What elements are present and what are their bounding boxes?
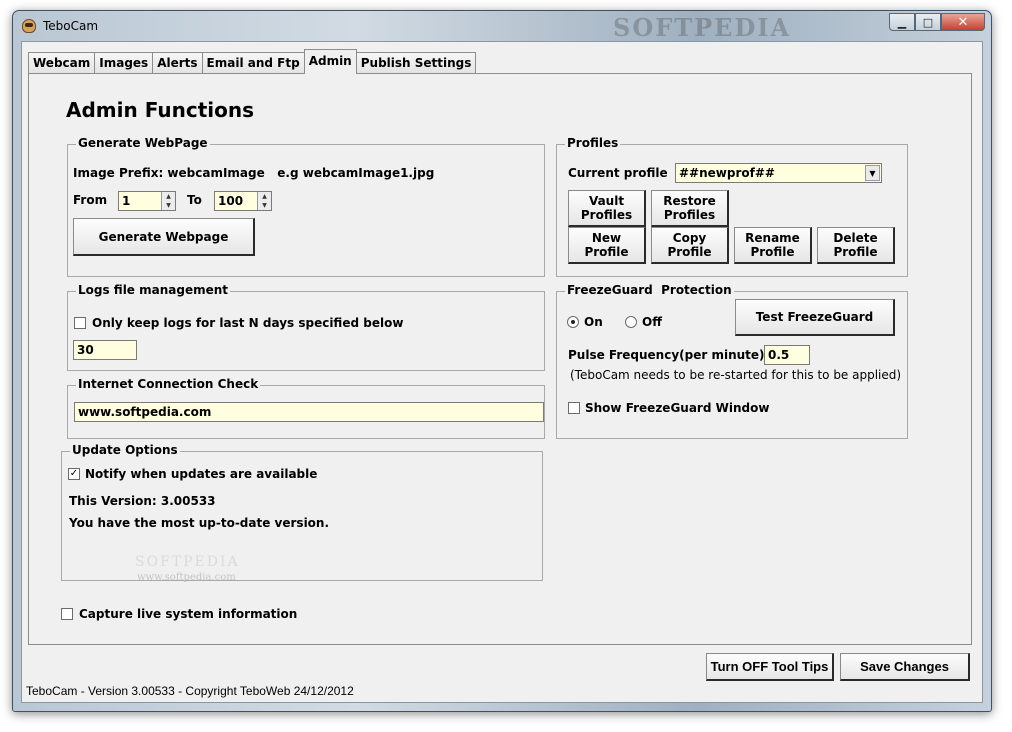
from-label: From: [73, 193, 108, 207]
vault-line1: Vault: [588, 194, 625, 208]
to-value: 100: [218, 194, 244, 208]
maximize-button[interactable]: □: [915, 13, 941, 31]
rename-profile-button[interactable]: Rename Profile: [734, 227, 812, 264]
copy-profile-button[interactable]: Copy Profile: [651, 227, 729, 264]
new-profile-button[interactable]: New Profile: [568, 227, 646, 264]
show-freezeguard-window-checkbox[interactable]: [568, 402, 580, 414]
client-area: Webcam Images Alerts Email and Ftp Admin…: [21, 41, 983, 703]
update-options-group: Update Options ✓ Notify when updates are…: [61, 443, 543, 581]
restore-line2: Profiles: [663, 208, 716, 222]
tab-email-and-ftp[interactable]: Email and Ftp: [201, 52, 305, 74]
capture-system-info-label: Capture live system information: [79, 607, 298, 621]
notify-updates-label: Notify when updates are available: [85, 467, 318, 481]
page-title: Admin Functions: [66, 98, 254, 122]
softpedia-url-watermark: www.softpedia.com: [137, 572, 236, 583]
rename-line2: Profile: [750, 245, 795, 259]
app-window: TeboCam SOFTPEDIA ▁ □ ✕ Webcam Images Al…: [12, 10, 992, 712]
vault-profiles-button[interactable]: Vault Profiles: [568, 190, 646, 227]
from-spinner-arrows[interactable]: ▲ ▼: [161, 192, 175, 210]
current-profile-label: Current profile: [568, 166, 668, 180]
tab-publish-settings[interactable]: Publish Settings: [355, 52, 477, 74]
to-spinner[interactable]: 100 ▲ ▼: [214, 191, 272, 211]
minimize-icon: ▁: [897, 15, 907, 29]
pulse-frequency-input[interactable]: 0.5: [764, 345, 810, 365]
to-label: To: [187, 193, 202, 207]
notify-updates-checkbox[interactable]: ✓: [68, 468, 80, 480]
new-line2: Profile: [584, 245, 629, 259]
generate-webpage-button[interactable]: Generate Webpage: [73, 218, 255, 256]
restore-profiles-button[interactable]: Restore Profiles: [651, 190, 729, 227]
to-spinner-arrows[interactable]: ▲ ▼: [257, 192, 271, 210]
keep-logs-label: Only keep logs for last N days specified…: [92, 316, 404, 330]
admin-tab-page: Admin Functions Generate WebPage Image P…: [28, 73, 972, 645]
generate-webpage-group: Generate WebPage Image Prefix: webcamIma…: [67, 136, 545, 277]
capture-system-info-checkbox[interactable]: [61, 608, 73, 620]
this-version-text: This Version: 3.00533: [69, 494, 216, 508]
delete-profile-button[interactable]: Delete Profile: [817, 227, 895, 264]
logs-group: Logs file management Only keep logs for …: [67, 283, 545, 371]
tab-images[interactable]: Images: [94, 52, 154, 74]
softpedia-watermark-faint: SOFTPEDIA: [135, 554, 240, 570]
test-freezeguard-button[interactable]: Test FreezeGuard: [735, 299, 895, 336]
show-freezeguard-window-label: Show FreezeGuard Window: [585, 401, 770, 415]
new-line1: New: [591, 231, 622, 245]
tab-webcam[interactable]: Webcam: [28, 52, 96, 74]
freezeguard-legend: FreezeGuard Protection: [565, 283, 734, 297]
window-title: TeboCam: [43, 19, 99, 33]
copy-line2: Profile: [667, 245, 712, 259]
tebocam-app-icon: [22, 19, 36, 33]
internet-check-group: Internet Connection Check www.softpedia.…: [67, 377, 545, 439]
maximize-icon: □: [922, 15, 934, 29]
copy-line1: Copy: [672, 231, 707, 245]
freezeguard-group: FreezeGuard Protection On Off Test Freez…: [556, 283, 908, 439]
update-status-text: You have the most up-to-date version.: [69, 516, 330, 530]
freezeguard-off-label: Off: [642, 315, 662, 329]
restore-line1: Restore: [663, 194, 716, 208]
generate-webpage-legend: Generate WebPage: [76, 136, 210, 150]
status-bar-text: TeboCam - Version 3.00533 - Copyright Te…: [26, 684, 354, 698]
close-button[interactable]: ✕: [941, 13, 985, 31]
spin-down-icon[interactable]: ▼: [258, 201, 271, 210]
image-prefix-label: Image Prefix: webcamImage e.g webcamImag…: [73, 166, 435, 180]
spin-up-icon[interactable]: ▲: [258, 192, 271, 201]
freezeguard-on-label: On: [584, 315, 603, 329]
internet-url-input[interactable]: www.softpedia.com: [74, 402, 544, 422]
current-profile-select[interactable]: ##newprof## ▼: [675, 163, 882, 183]
current-profile-value: ##newprof##: [679, 166, 775, 180]
update-options-legend: Update Options: [70, 443, 180, 457]
tab-strip: Webcam Images Alerts Email and Ftp Admin…: [28, 49, 477, 74]
caption-buttons: ▁ □ ✕: [889, 13, 985, 31]
rename-line1: Rename: [745, 231, 800, 245]
close-icon: ✕: [957, 14, 969, 30]
freezeguard-on-radio[interactable]: [567, 316, 579, 328]
keep-logs-checkbox[interactable]: [74, 317, 86, 329]
from-value: 1: [122, 194, 131, 208]
minimize-button[interactable]: ▁: [889, 13, 915, 31]
spin-up-icon[interactable]: ▲: [162, 192, 175, 201]
turn-off-tooltips-button[interactable]: Turn OFF Tool Tips: [706, 653, 834, 681]
chevron-down-icon[interactable]: ▼: [865, 165, 880, 181]
freezeguard-off-radio[interactable]: [625, 316, 637, 328]
profiles-group: Profiles Current profile ##newprof## ▼ V…: [556, 136, 908, 277]
pulse-frequency-label: Pulse Frequency(per minute): [568, 348, 765, 362]
spin-down-icon[interactable]: ▼: [162, 201, 175, 210]
internet-check-legend: Internet Connection Check: [76, 377, 261, 391]
delete-line1: Delete: [833, 231, 878, 245]
delete-line2: Profile: [833, 245, 878, 259]
from-spinner[interactable]: 1 ▲ ▼: [118, 191, 176, 211]
tab-admin[interactable]: Admin: [303, 49, 357, 74]
vault-line2: Profiles: [580, 208, 633, 222]
profiles-legend: Profiles: [565, 136, 621, 150]
logs-legend: Logs file management: [76, 283, 231, 297]
save-changes-button[interactable]: Save Changes: [840, 653, 970, 681]
tab-alerts[interactable]: Alerts: [152, 52, 203, 74]
softpedia-watermark: SOFTPEDIA: [613, 13, 792, 42]
log-days-input[interactable]: 30: [73, 340, 137, 360]
title-bar[interactable]: TeboCam SOFTPEDIA ▁ □ ✕: [13, 11, 991, 42]
restart-note: (TeboCam needs to be re-started for this…: [570, 368, 902, 382]
